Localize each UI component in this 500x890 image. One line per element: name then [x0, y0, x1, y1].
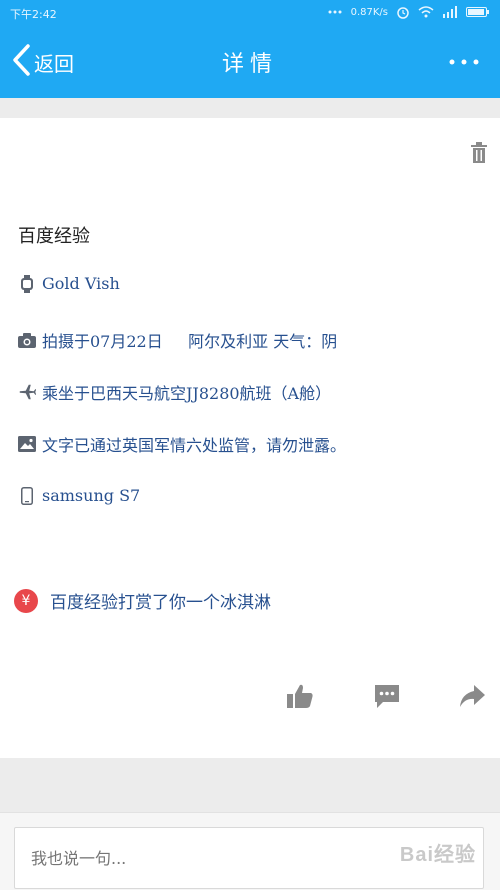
detail-card: 百度经验 Gold Vish 拍摄于07月22日 阿尔及利亚 天气：阴 乘坐于巴… [0, 118, 500, 758]
reward-text: 百度经验打赏了你一个冰淇淋 [50, 593, 271, 613]
phone-icon [18, 486, 36, 505]
alarm-icon [396, 5, 410, 19]
nav-bar: 返回 详情 [0, 26, 500, 98]
photo-row: 拍摄于07月22日 阿尔及利亚 天气：阴 [18, 328, 337, 352]
status-icons: 0.87K/s [327, 5, 490, 19]
camera-icon [18, 331, 36, 349]
trash-icon[interactable] [470, 142, 488, 168]
thumbs-up-icon[interactable] [280, 678, 320, 714]
status-bar: 下午2:42 0.87K/s [0, 0, 500, 26]
status-time: 下午2:42 [10, 8, 57, 21]
watermark-logo: Bai经验 [399, 844, 476, 866]
yen-icon: ¥ [14, 588, 38, 613]
flight-text: 乘坐于巴西天马航空JJ8280航班（A舱） [42, 384, 332, 403]
notice-text: 文字已通过英国军情六处监管，请勿泄露。 [42, 436, 347, 455]
wifi-icon [418, 6, 434, 18]
phone-text: samsung S7 [42, 486, 141, 505]
network-speed: 0.87K/s [350, 6, 388, 18]
text-row: 文字已通过英国军情六处监管，请勿泄露。 [18, 432, 346, 456]
cell-signal-icon [442, 6, 458, 18]
page-title: 详情 [221, 52, 278, 77]
photo-text: 拍摄于07月22日 阿尔及利亚 天气：阴 [42, 332, 338, 351]
detail-title: 百度经验 [18, 226, 90, 247]
device-text: Gold Vish [42, 274, 120, 293]
battery-icon [466, 6, 490, 18]
watch-icon [18, 274, 36, 293]
phone-row: samsung S7 [18, 486, 140, 505]
reward-row: ¥ 百度经验打赏了你一个冰淇淋 [14, 588, 271, 613]
image-icon [18, 435, 36, 453]
signal-dots-icon [327, 9, 343, 15]
device-row: Gold Vish [18, 274, 120, 293]
flight-row: 乘坐于巴西天马航空JJ8280航班（A舱） [18, 380, 331, 404]
comment-icon[interactable] [367, 678, 407, 714]
action-bar [0, 678, 500, 718]
more-dots-icon[interactable] [446, 52, 486, 72]
share-icon[interactable] [452, 678, 492, 714]
airplane-icon [18, 383, 36, 401]
